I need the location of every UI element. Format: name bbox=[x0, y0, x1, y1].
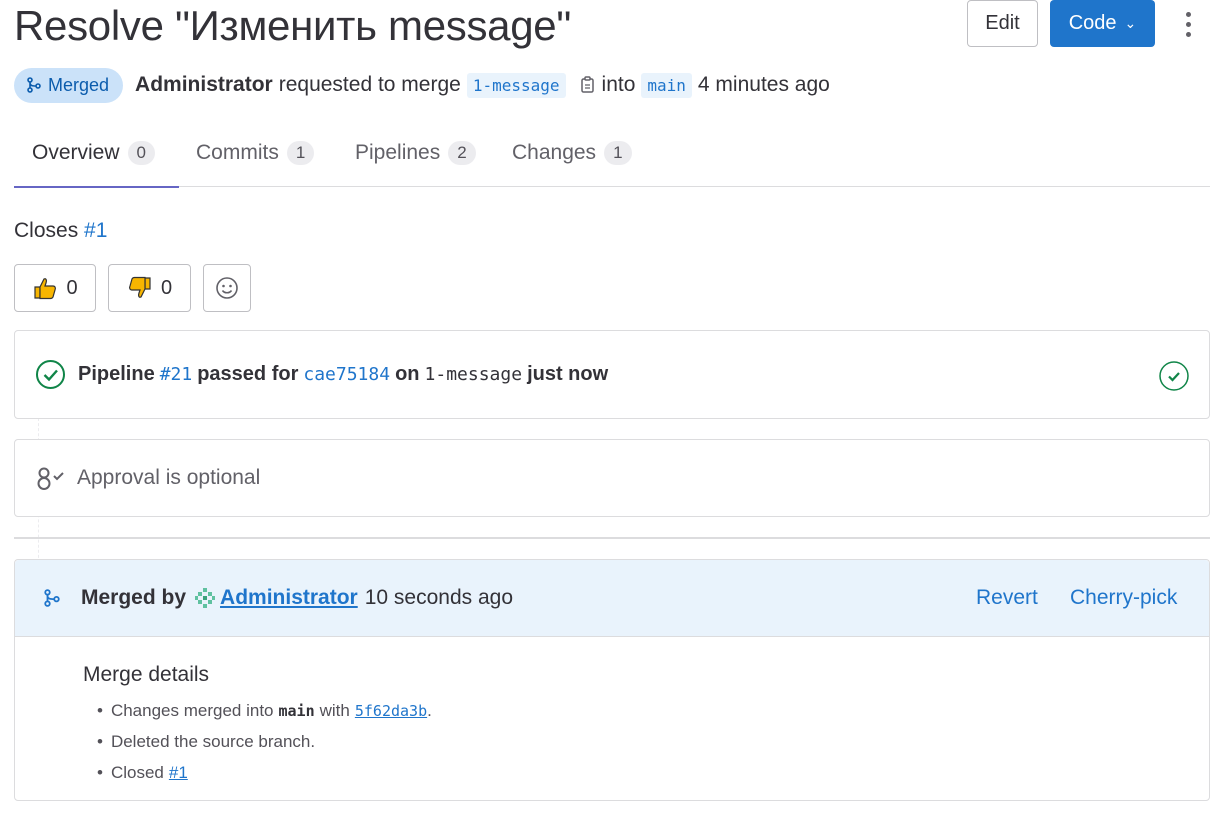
code-button-label: Code bbox=[1068, 12, 1117, 34]
tab-changes[interactable]: Changes 1 bbox=[512, 118, 632, 187]
pipeline-id-link[interactable]: #21 bbox=[160, 364, 193, 385]
pipeline-label: Pipeline bbox=[78, 363, 155, 385]
avatar bbox=[194, 587, 216, 609]
status-badge-label: Merged bbox=[48, 74, 110, 95]
closes-label: Closes bbox=[14, 219, 79, 242]
check-circle-icon bbox=[35, 359, 66, 390]
deleted-branch-text: Deleted the source branch. bbox=[110, 731, 316, 751]
approval-widget: Approval is optional bbox=[14, 439, 1210, 517]
merge-line-suffix: . bbox=[427, 700, 432, 720]
pipeline-on-text: on bbox=[395, 363, 420, 385]
merged-widget: Merged by Administrator 10 seconds ago R… bbox=[14, 559, 1210, 801]
code-button[interactable]: Code ⌄ bbox=[1050, 0, 1155, 47]
merge-target-branch: main bbox=[278, 701, 315, 720]
chevron-down-icon: ⌄ bbox=[1124, 15, 1137, 31]
thumbs-down-icon bbox=[127, 275, 153, 301]
divider bbox=[14, 537, 1210, 539]
pipeline-widget: Pipeline #21 passed for cae75184 on 1-me… bbox=[14, 330, 1210, 419]
source-branch[interactable]: 1-message bbox=[466, 72, 566, 98]
closes-issue: Closes #1 bbox=[14, 219, 107, 243]
merged-by-label: Merged by bbox=[81, 586, 187, 609]
page-title: Resolve "Изменить message" bbox=[14, 2, 571, 49]
merged-by-user-link[interactable]: Administrator bbox=[220, 586, 358, 610]
check-circle-icon[interactable] bbox=[1159, 361, 1189, 397]
thumbs-up-button[interactable]: 0 bbox=[14, 264, 96, 312]
tab-commits[interactable]: Commits 1 bbox=[196, 118, 315, 187]
requested-text: requested to merge bbox=[278, 73, 461, 96]
created-time: 4 minutes ago bbox=[697, 73, 830, 96]
copy-icon[interactable] bbox=[580, 76, 596, 94]
tab-label: Commits bbox=[196, 140, 279, 164]
tab-pipelines[interactable]: Pipelines 2 bbox=[355, 118, 476, 187]
closed-issue-link[interactable]: #1 bbox=[169, 763, 188, 783]
list-item: Deleted the source branch. bbox=[97, 726, 1209, 757]
tab-count: 2 bbox=[448, 140, 476, 165]
pipeline-branch: 1-message bbox=[424, 364, 523, 385]
tab-label: Pipelines bbox=[355, 140, 441, 164]
approval-icon bbox=[35, 464, 67, 492]
merged-time: 10 seconds ago bbox=[364, 586, 514, 609]
merge-icon bbox=[26, 77, 42, 93]
pipeline-passed-text: passed for bbox=[197, 363, 299, 385]
tab-count: 1 bbox=[286, 140, 315, 165]
merge-request-meta: Merged Administrator requested to merge … bbox=[14, 67, 830, 103]
tab-label: Overview bbox=[32, 140, 120, 164]
merge-icon bbox=[43, 589, 61, 607]
pipeline-time: just now bbox=[527, 363, 609, 385]
pipeline-commit-link[interactable]: cae75184 bbox=[303, 364, 390, 385]
thumbs-down-button[interactable]: 0 bbox=[108, 264, 191, 312]
kebab-icon[interactable] bbox=[1176, 8, 1200, 40]
closed-prefix: Closed bbox=[110, 762, 164, 782]
status-badge: Merged bbox=[14, 67, 124, 103]
thumbs-down-count: 0 bbox=[160, 276, 173, 299]
thumbs-up-icon bbox=[32, 275, 58, 301]
merge-line-prefix: Changes merged into bbox=[110, 700, 274, 720]
target-branch[interactable]: main bbox=[641, 72, 692, 98]
tab-bar: Overview 0 Commits 1 Pipelines 2 Changes… bbox=[14, 118, 1210, 188]
list-item: Closed #1 bbox=[97, 757, 1209, 788]
merged-header: Merged by Administrator 10 seconds ago R… bbox=[15, 560, 1209, 637]
merge-commit-link[interactable]: 5f62da3b bbox=[355, 702, 427, 720]
thumbs-up-count: 0 bbox=[66, 276, 78, 299]
approval-text: Approval is optional bbox=[77, 466, 261, 489]
closes-issue-link[interactable]: #1 bbox=[84, 219, 107, 242]
tab-count: 1 bbox=[604, 140, 632, 165]
add-reaction-button[interactable] bbox=[203, 264, 251, 312]
author-name[interactable]: Administrator bbox=[135, 73, 273, 97]
tab-label: Changes bbox=[512, 140, 597, 164]
edit-button[interactable]: Edit bbox=[967, 0, 1038, 47]
smiley-icon bbox=[215, 276, 239, 300]
merge-details-title: Merge details bbox=[83, 663, 210, 686]
merge-details-list: Changes merged into main with 5f62da3b .… bbox=[83, 695, 1209, 788]
tab-count: 0 bbox=[127, 140, 155, 165]
merge-details: Merge details Changes merged into main w… bbox=[15, 637, 1209, 788]
cherry-pick-button[interactable]: Cherry-pick bbox=[1070, 586, 1177, 610]
revert-button[interactable]: Revert bbox=[976, 586, 1038, 610]
list-item: Changes merged into main with 5f62da3b . bbox=[97, 695, 1209, 726]
tab-overview[interactable]: Overview 0 bbox=[14, 118, 179, 188]
merge-line-with: with bbox=[319, 700, 350, 720]
into-text: into bbox=[601, 73, 636, 96]
